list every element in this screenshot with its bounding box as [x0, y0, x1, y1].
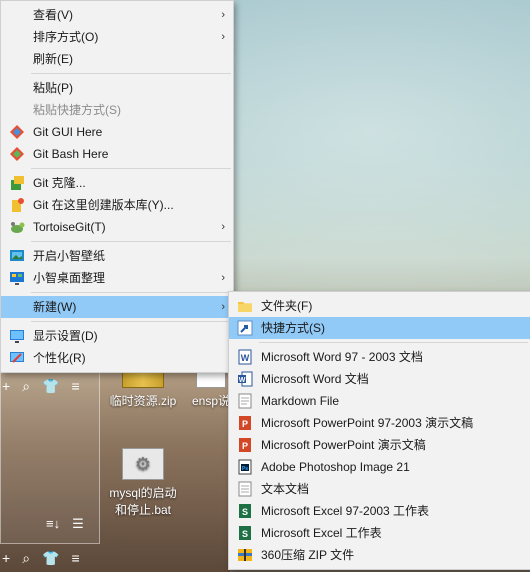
word-icon: W: [238, 349, 252, 365]
shortcut-icon: [237, 320, 253, 336]
desktop-context-menu: 查看(V) › 排序方式(O) › 刷新(E) 粘贴(P) 粘贴快捷方式(S) …: [0, 0, 234, 373]
excel-icon: S: [239, 526, 251, 540]
text-file-icon: [238, 481, 252, 497]
chevron-right-icon: ›: [221, 221, 225, 233]
organizer-toolbar-footer: + ⌕ 👕 ≡: [2, 550, 80, 567]
chevron-right-icon: ›: [221, 9, 225, 21]
chevron-right-icon: ›: [221, 31, 225, 43]
menu-separator: [31, 73, 231, 74]
new-item-powerpoint-97[interactable]: P Microsoft PowerPoint 97-2003 演示文稿: [229, 412, 530, 434]
svg-text:P: P: [242, 441, 248, 451]
menu-item-sort[interactable]: 排序方式(O) ›: [1, 26, 233, 48]
shirt-icon[interactable]: 👕: [42, 550, 59, 567]
menu-item-git-create-repo[interactable]: Git 在这里创建版本库(Y)...: [1, 194, 233, 216]
powerpoint-icon: P: [239, 438, 251, 452]
new-item-powerpoint[interactable]: P Microsoft PowerPoint 演示文稿: [229, 434, 530, 456]
chevron-right-icon: ›: [221, 272, 225, 284]
powerpoint-icon: P: [239, 416, 251, 430]
menu-item-new[interactable]: 新建(W) ›: [1, 296, 233, 318]
menu-item-git-clone[interactable]: Git 克隆...: [1, 172, 233, 194]
search-icon[interactable]: ⌕: [22, 378, 30, 395]
markdown-icon: [238, 393, 252, 409]
tortoisegit-icon: [11, 222, 25, 233]
menu-separator: [31, 241, 231, 242]
menu-icon[interactable]: ≡: [71, 378, 79, 395]
menu-item-xiaozhi-wallpaper[interactable]: 开启小智壁纸: [1, 245, 233, 267]
svg-text:Ps: Ps: [242, 466, 248, 472]
svg-text:W: W: [239, 377, 246, 384]
menu-item-xiaozhi-desktop-organizer[interactable]: 小智桌面整理 ›: [1, 267, 233, 289]
desktop-icon-mysql-bat[interactable]: ⚙ mysql的启动 和停止.bat: [98, 448, 188, 518]
menu-item-view[interactable]: 查看(V) ›: [1, 4, 233, 26]
svg-text:S: S: [242, 507, 248, 517]
new-item-word[interactable]: W Microsoft Word 文档: [229, 368, 530, 390]
photoshop-icon: Ps: [238, 459, 252, 475]
svg-text:W: W: [241, 353, 250, 363]
svg-text:P: P: [242, 419, 248, 429]
zip-icon: [238, 549, 252, 561]
excel-icon: S: [239, 504, 251, 518]
menu-separator: [31, 168, 231, 169]
word-icon: W: [238, 371, 253, 387]
menu-separator: [31, 321, 231, 322]
new-item-text-document[interactable]: 文本文档: [229, 478, 530, 500]
git-clone-icon: [11, 176, 24, 190]
sort-icon[interactable]: ≡↓: [46, 516, 60, 532]
menu-item-git-bash[interactable]: Git Bash Here: [1, 143, 233, 165]
new-item-word-97[interactable]: W Microsoft Word 97 - 2003 文档: [229, 346, 530, 368]
organizer-toolbar-bottom: ≡↓ ☰: [46, 516, 84, 532]
add-icon[interactable]: +: [2, 378, 10, 395]
new-item-zip[interactable]: 360压缩 ZIP 文件: [229, 544, 530, 566]
batch-file-gear-icon: ⚙: [122, 448, 164, 480]
menu-item-paste-shortcut: 粘贴快捷方式(S): [33, 103, 121, 117]
search-icon[interactable]: ⌕: [22, 550, 30, 567]
new-item-shortcut[interactable]: 快捷方式(S): [229, 317, 530, 339]
menu-item-tortoisegit[interactable]: TortoiseGit(T) ›: [1, 216, 233, 238]
menu-icon[interactable]: ≡: [71, 550, 79, 567]
git-bash-icon: [10, 147, 24, 161]
svg-text:S: S: [242, 529, 248, 539]
list-icon[interactable]: ☰: [72, 516, 84, 532]
add-icon[interactable]: +: [2, 550, 10, 567]
new-item-excel-97[interactable]: S Microsoft Excel 97-2003 工作表: [229, 500, 530, 522]
git-gui-icon: [10, 125, 24, 139]
personalize-icon: [10, 352, 24, 363]
display-settings-icon: [10, 330, 24, 343]
menu-item-display-settings[interactable]: 显示设置(D): [1, 325, 233, 347]
new-submenu: 文件夹(F) 快捷方式(S) W Microsoft Word 97 - 200…: [228, 291, 530, 570]
wallpaper-icon: [10, 250, 24, 261]
menu-separator: [259, 342, 528, 343]
new-item-photoshop[interactable]: Ps Adobe Photoshop Image 21: [229, 456, 530, 478]
chevron-right-icon: ›: [221, 301, 225, 313]
git-create-repo-icon: [12, 198, 24, 212]
menu-item-refresh[interactable]: 刷新(E): [1, 48, 233, 70]
menu-item-paste[interactable]: 粘贴(P): [1, 77, 233, 99]
desktop-organizer-icon: [10, 272, 24, 285]
new-item-excel[interactable]: S Microsoft Excel 工作表: [229, 522, 530, 544]
folder-icon: [238, 302, 252, 312]
shirt-icon[interactable]: 👕: [42, 378, 59, 395]
menu-separator: [31, 292, 231, 293]
menu-item-personalize[interactable]: 个性化(R): [1, 347, 233, 369]
organizer-toolbar-top: + ⌕ 👕 ≡: [2, 378, 80, 395]
menu-item-git-gui[interactable]: Git GUI Here: [1, 121, 233, 143]
new-item-folder[interactable]: 文件夹(F): [229, 295, 530, 317]
new-item-markdown[interactable]: Markdown File: [229, 390, 530, 412]
